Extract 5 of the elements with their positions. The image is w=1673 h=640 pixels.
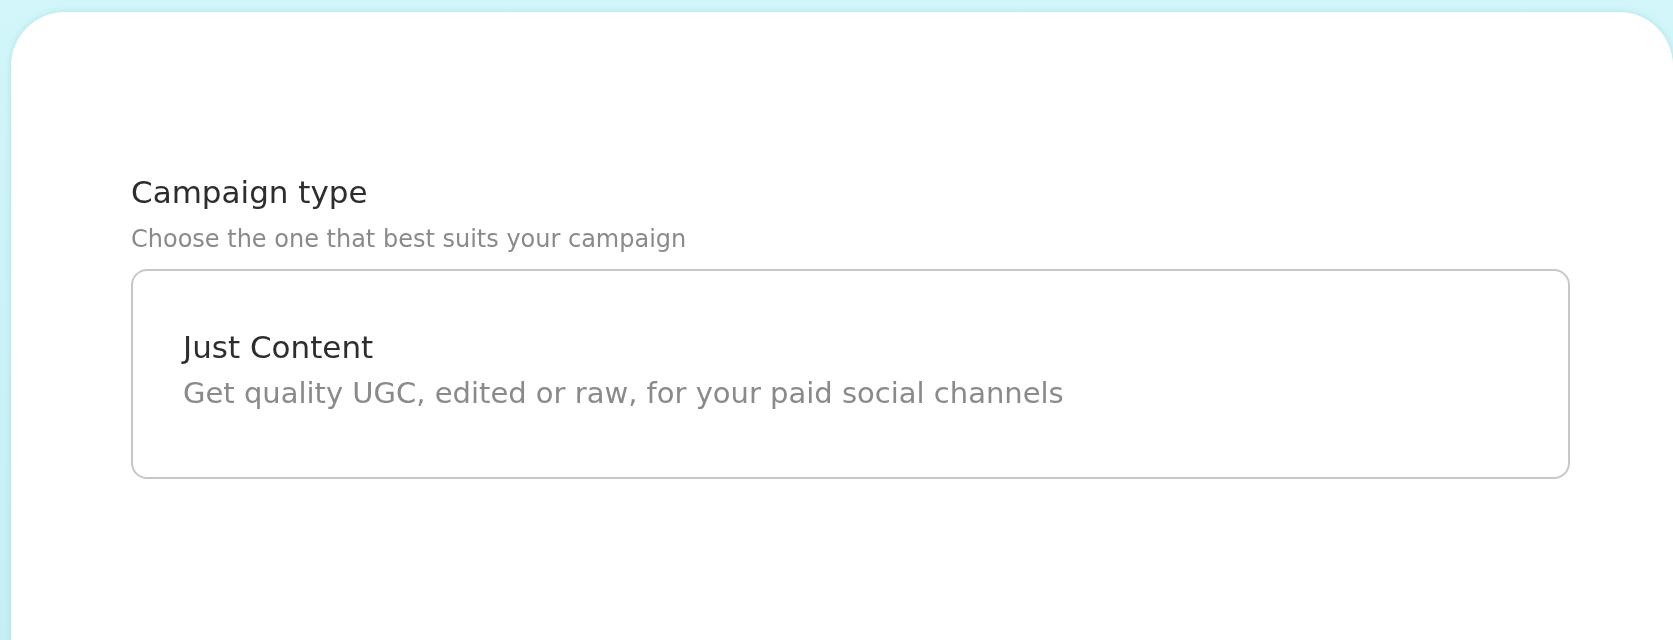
option-title: Just Content (183, 329, 375, 367)
section-subtitle: Choose the one that best suits your campaign (131, 224, 688, 256)
section-title: Campaign type (131, 174, 369, 212)
option-description: Get quality UGC, edited or raw, for your paid social channels (183, 375, 1065, 413)
campaign-option[interactable]: Just Content Get quality UGC, edited or raw, for your paid social channels (131, 269, 1570, 480)
